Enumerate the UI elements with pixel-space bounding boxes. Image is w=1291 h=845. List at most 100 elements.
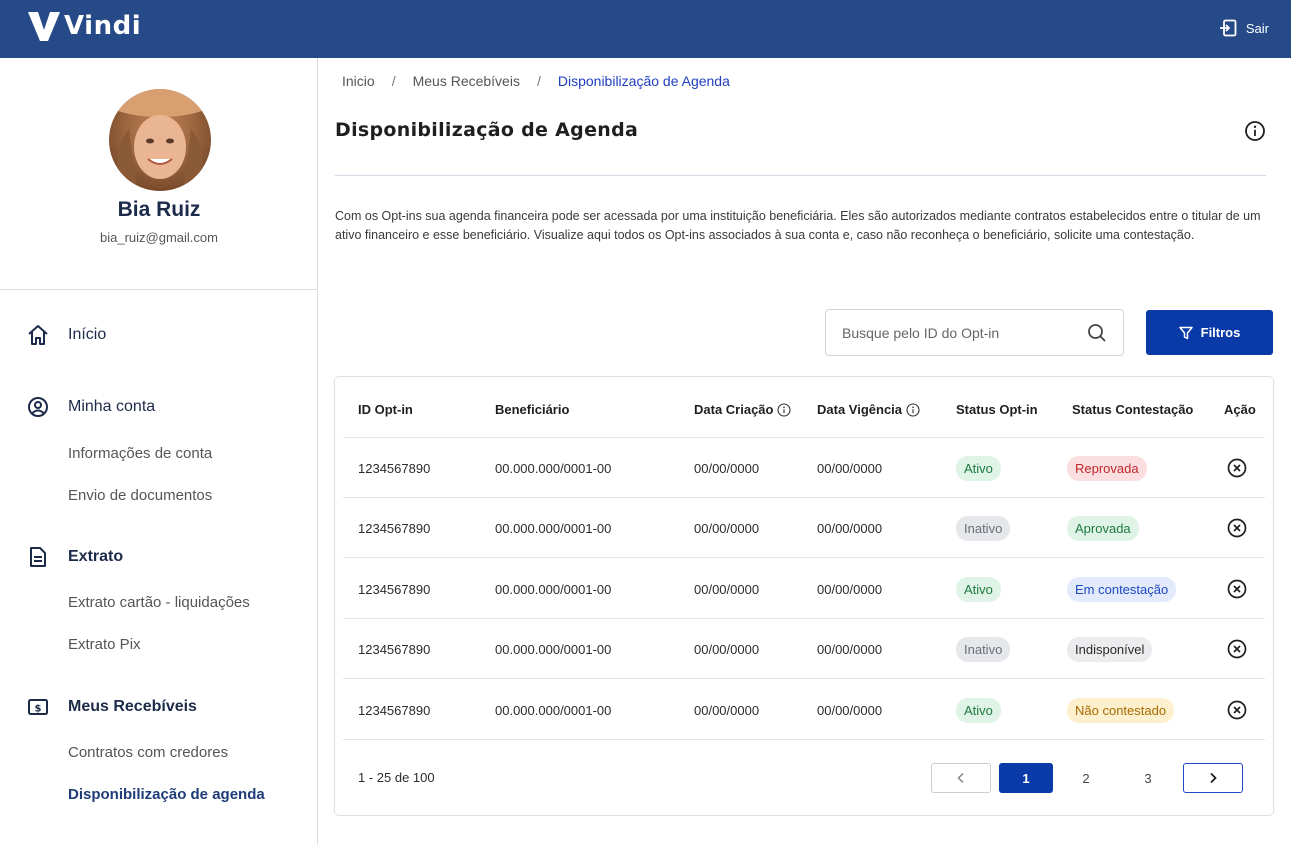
- status-badge: Ativo: [956, 456, 1001, 481]
- column-header-beneficiario[interactable]: Beneficiário: [495, 402, 569, 417]
- sidebar-item-minha-conta[interactable]: Minha conta: [0, 395, 318, 419]
- search-input[interactable]: [842, 324, 1072, 341]
- info-icon[interactable]: [777, 402, 792, 417]
- cell-data-vigencia: 00/00/0000: [817, 461, 883, 476]
- cancel-circle-icon[interactable]: [1227, 579, 1247, 599]
- sidebar-subitem-extrato-cartao[interactable]: Extrato cartão - liquidações: [68, 594, 250, 611]
- cell-data-criacao: 00/00/0000: [694, 642, 760, 657]
- column-header-data-vigencia[interactable]: Data Vigência: [817, 402, 920, 417]
- pagination-page-3[interactable]: 3: [1131, 763, 1165, 793]
- row-divider: [343, 497, 1265, 498]
- cancel-circle-icon[interactable]: [1227, 518, 1247, 538]
- info-icon[interactable]: [1244, 120, 1266, 147]
- pagination-page-2[interactable]: 2: [1069, 763, 1103, 793]
- page-title: Disponibilização de Agenda: [335, 119, 639, 141]
- pagination-prev-button[interactable]: [931, 763, 991, 793]
- status-badge: Ativo: [956, 698, 1001, 723]
- top-bar: Vindi Sair: [0, 0, 1291, 58]
- filter-button[interactable]: Filtros: [1146, 310, 1273, 355]
- sidebar-item-label: Início: [68, 326, 107, 343]
- cell-data-vigencia: 00/00/0000: [817, 703, 883, 718]
- column-header-id[interactable]: ID Opt-in: [358, 402, 413, 417]
- status-badge: Inativo: [956, 516, 1011, 541]
- svg-text:$: $: [35, 704, 42, 715]
- row-divider: [343, 739, 1265, 740]
- sidebar-subitem-informacoes-conta[interactable]: Informações de conta: [68, 445, 212, 462]
- document-icon: [27, 546, 49, 568]
- logout-button[interactable]: Sair: [1219, 19, 1269, 37]
- user-name: Bia Ruiz: [117, 198, 201, 221]
- breadcrumb: Inicio / Meus Recebíveis / Disponibiliza…: [342, 73, 747, 89]
- sidebar-item-inicio[interactable]: Início: [0, 323, 318, 347]
- sidebar-item-extrato[interactable]: Extrato: [0, 545, 318, 569]
- cell-id: 1234567890: [358, 521, 431, 536]
- cell-data-criacao: 00/00/0000: [694, 582, 760, 597]
- cell-beneficiario: 00.000.000/0001-00: [495, 461, 612, 476]
- sidebar-subitem-disponibilizacao-agenda[interactable]: Disponibilização de agenda: [68, 786, 265, 803]
- optin-table: ID Opt-in Beneficiário Data Criação Data…: [334, 376, 1274, 816]
- cell-beneficiario: 00.000.000/0001-00: [495, 642, 612, 657]
- contestacao-badge: Aprovada: [1067, 516, 1139, 541]
- contestacao-badge: Em contestação: [1067, 577, 1177, 602]
- row-divider: [343, 678, 1265, 679]
- cancel-circle-icon[interactable]: [1227, 700, 1247, 720]
- column-header-status-optin[interactable]: Status Opt-in: [956, 402, 1038, 417]
- avatar: [109, 89, 211, 191]
- sidebar-item-meus-recebiveis[interactable]: $ Meus Recebíveis: [0, 695, 318, 719]
- row-divider: [343, 618, 1265, 619]
- breadcrumb-separator: /: [536, 73, 541, 89]
- cancel-circle-icon[interactable]: [1227, 639, 1247, 659]
- logout-icon: [1219, 19, 1237, 37]
- pagination-range: 1 - 25 de 100: [358, 770, 435, 785]
- cell-id: 1234567890: [358, 582, 431, 597]
- status-badge: Ativo: [956, 577, 1001, 602]
- sidebar-item-label: Minha conta: [68, 398, 156, 415]
- cell-data-criacao: 00/00/0000: [694, 521, 760, 536]
- avatar-image: [109, 89, 211, 191]
- breadcrumb-item-current: Disponibilização de Agenda: [557, 73, 730, 89]
- vindi-logo-icon: [28, 12, 60, 41]
- cell-id: 1234567890: [358, 703, 431, 718]
- column-header-data-criacao[interactable]: Data Criação: [694, 402, 792, 417]
- sidebar-item-label: Meus Recebíveis: [68, 698, 197, 715]
- chevron-right-icon: [1210, 772, 1217, 784]
- search-icon[interactable]: [1087, 323, 1107, 343]
- sidebar-subitem-contratos-credores[interactable]: Contratos com credores: [68, 744, 228, 761]
- sidebar-subitem-extrato-pix[interactable]: Extrato Pix: [68, 636, 141, 653]
- logout-label: Sair: [1245, 20, 1269, 36]
- info-icon[interactable]: [906, 402, 920, 417]
- page-description: Com os Opt-ins sua agenda financeira pod…: [335, 209, 1261, 242]
- cell-beneficiario: 00.000.000/0001-00: [495, 582, 612, 597]
- user-email: bia_ruiz@gmail.com: [100, 230, 218, 245]
- pagination-next-button[interactable]: [1183, 763, 1243, 793]
- cell-id: 1234567890: [358, 642, 431, 657]
- breadcrumb-item-meus-recebiveis[interactable]: Meus Recebíveis: [413, 73, 520, 89]
- cell-data-vigencia: 00/00/0000: [817, 521, 883, 536]
- cancel-circle-icon[interactable]: [1227, 458, 1247, 478]
- sidebar-item-label: Extrato: [68, 548, 124, 565]
- chevron-left-icon: [957, 772, 964, 784]
- brand-name: Vindi: [64, 11, 142, 41]
- vindi-logo[interactable]: Vindi: [26, 8, 141, 44]
- cell-beneficiario: 00.000.000/0001-00: [495, 703, 612, 718]
- column-header-status-contestacao[interactable]: Status Contestação: [1072, 402, 1193, 417]
- cell-data-vigencia: 00/00/0000: [817, 582, 883, 597]
- breadcrumb-item-inicio[interactable]: Inicio: [342, 73, 375, 89]
- money-icon: $: [27, 696, 49, 718]
- cell-data-criacao: 00/00/0000: [694, 461, 760, 476]
- sidebar-divider: [0, 289, 318, 290]
- contestacao-badge: Não contestado: [1067, 698, 1175, 723]
- title-divider: [335, 175, 1266, 176]
- home-icon: [27, 324, 49, 346]
- breadcrumb-separator: /: [391, 73, 396, 89]
- cell-beneficiario: 00.000.000/0001-00: [495, 521, 612, 536]
- user-circle-icon: [27, 396, 49, 418]
- column-header-acao: Ação: [1224, 402, 1256, 417]
- row-divider: [343, 557, 1265, 558]
- pagination-page-1[interactable]: 1: [999, 763, 1053, 793]
- sidebar-subitem-envio-documentos[interactable]: Envio de documentos: [68, 487, 212, 504]
- sidebar: Bia Ruiz bia_ruiz@gmail.com Início Minha…: [0, 58, 318, 845]
- contestacao-badge: Reprovada: [1067, 456, 1147, 481]
- search-box: [825, 309, 1124, 356]
- cell-id: 1234567890: [358, 461, 431, 476]
